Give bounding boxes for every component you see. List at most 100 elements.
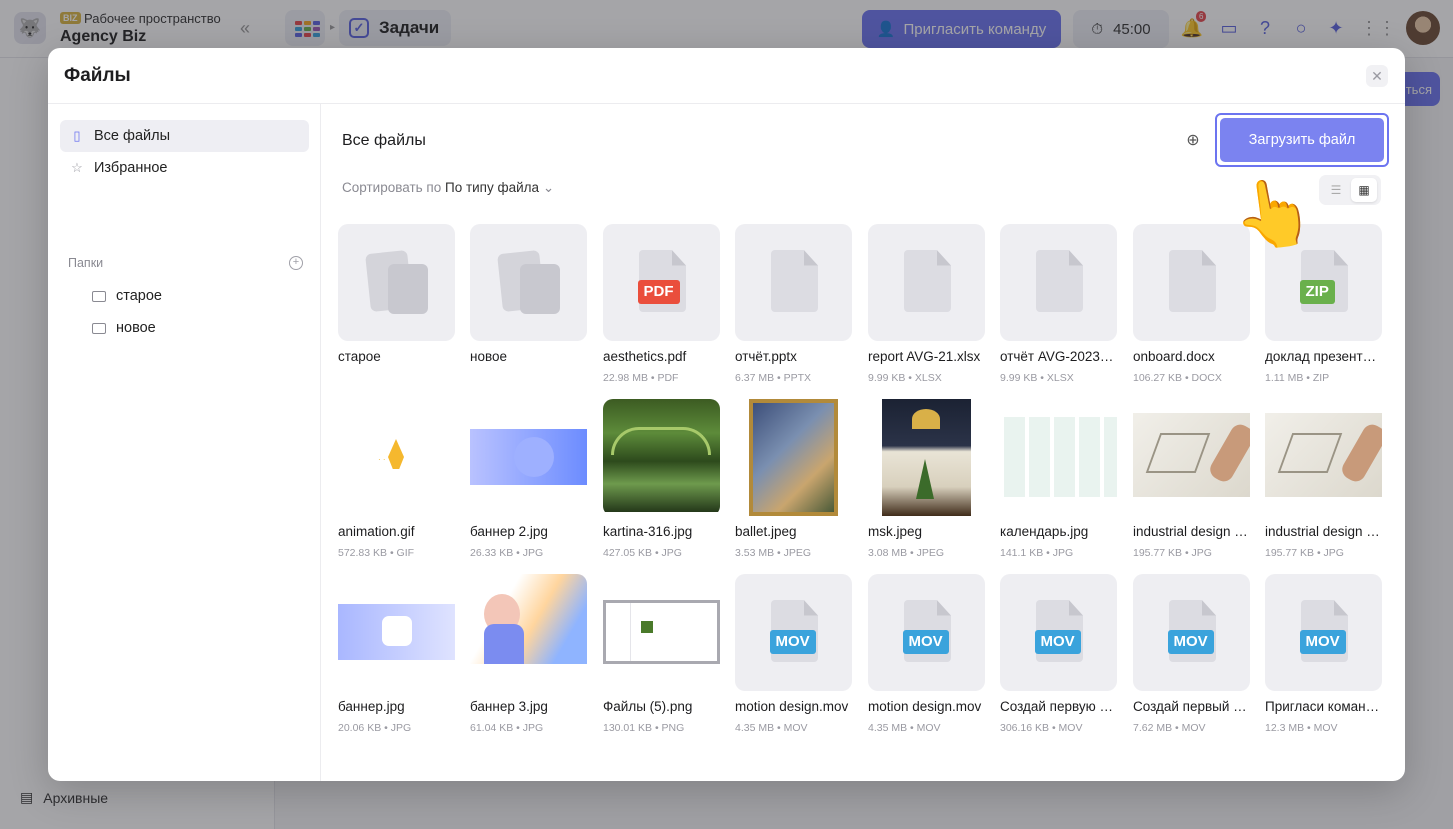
- image-thumbnail[interactable]: · ·: [338, 399, 455, 516]
- image-thumbnail[interactable]: [1265, 399, 1382, 516]
- file-meta: 3.08 MB • JPEG: [868, 547, 945, 559]
- grid-view-icon[interactable]: ▦: [1351, 178, 1377, 202]
- file-thumbnail[interactable]: [1000, 224, 1117, 341]
- file-tile[interactable]: report AVG-21.xlsx 9.99 KB • XLSX: [868, 224, 985, 384]
- file-tile[interactable]: kartina-316.jpg 427.05 KB • JPG: [603, 399, 720, 559]
- file-thumbnail[interactable]: [735, 224, 852, 341]
- file-name: Создай первый …: [1133, 699, 1247, 714]
- files-sidebar: ▯ Все файлы ☆ Избранное Папки + старое н…: [48, 104, 321, 781]
- file-meta: 7.62 MB • MOV: [1133, 722, 1206, 734]
- file-thumbnail[interactable]: MOV: [735, 574, 852, 691]
- file-name: kartina-316.jpg: [603, 524, 693, 539]
- file-thumbnail[interactable]: MOV: [868, 574, 985, 691]
- file-tile[interactable]: Файлы (5).png 130.01 KB • PNG: [603, 574, 720, 734]
- file-meta: 61.04 KB • JPG: [470, 722, 544, 734]
- image-thumbnail[interactable]: [1000, 399, 1117, 516]
- file-thumbnail[interactable]: [1133, 224, 1250, 341]
- file-tile[interactable]: баннер 2.jpg 26.33 KB • JPG: [470, 399, 587, 559]
- file-name: motion design.mov: [868, 699, 982, 714]
- file-name: industrial design …: [1265, 524, 1380, 539]
- file-tile[interactable]: баннер 3.jpg 61.04 KB • JPG: [470, 574, 587, 734]
- file-type-badge: MOV: [902, 630, 949, 654]
- file-name: onboard.docx: [1133, 349, 1215, 364]
- image-thumbnail[interactable]: [603, 399, 720, 516]
- file-tile[interactable]: industrial design … 195.77 KB • JPG: [1265, 399, 1382, 559]
- file-meta: 427.05 KB • JPG: [603, 547, 682, 559]
- image-thumbnail[interactable]: [603, 574, 720, 691]
- file-tile[interactable]: старое: [338, 224, 455, 364]
- file-name: Создай первую …: [1000, 699, 1114, 714]
- file-tile[interactable]: отчёт.pptx 6.37 MB • PPTX: [735, 224, 852, 384]
- sidebar-item-label: Избранное: [94, 160, 168, 176]
- file-icon: [771, 250, 818, 312]
- file-tile[interactable]: календарь.jpg 141.1 KB • JPG: [1000, 399, 1117, 559]
- file-meta: 9.99 KB • XLSX: [1000, 372, 1074, 384]
- file-thumbnail[interactable]: MOV: [1265, 574, 1382, 691]
- close-icon[interactable]: ✕: [1366, 65, 1388, 87]
- file-name: industrial design …: [1133, 524, 1248, 539]
- file-tile[interactable]: MOV Создай первый … 7.62 MB • MOV: [1133, 574, 1250, 734]
- add-circle-icon[interactable]: +: [289, 256, 303, 270]
- file-tile[interactable]: MOV Пригласи коман… 12.3 MB • MOV: [1265, 574, 1382, 734]
- main-title: Все файлы: [342, 132, 426, 149]
- file-tile[interactable]: industrial design … 195.77 KB • JPG: [1133, 399, 1250, 559]
- folders-header: Папки: [68, 256, 104, 270]
- file-name: доклад презент…: [1265, 349, 1377, 364]
- sidebar-folder-new[interactable]: новое: [92, 320, 156, 336]
- image-thumbnail[interactable]: [1133, 399, 1250, 516]
- file-tile[interactable]: MOV motion design.mov 4.35 MB • MOV: [735, 574, 852, 734]
- sidebar-item-favorites[interactable]: ☆ Избранное: [60, 152, 309, 184]
- chevron-down-icon: ⌄: [542, 180, 555, 195]
- image-thumbnail[interactable]: [338, 574, 455, 691]
- files-modal: Файлы ✕ ▯ Все файлы ☆ Избранное Папки + …: [48, 48, 1405, 781]
- file-icon: ▯: [73, 128, 81, 143]
- file-tile[interactable]: PDF aesthetics.pdf 22.98 MB • PDF: [603, 224, 720, 384]
- upload-file-button[interactable]: Загрузить файл: [1220, 118, 1384, 162]
- folder-thumbnail[interactable]: [338, 224, 455, 341]
- sidebar-item-label: Все файлы: [94, 128, 170, 144]
- file-tile[interactable]: · · animation.gif 572.83 KB • GIF: [338, 399, 455, 559]
- file-name: отчёт AVG-2023…: [1000, 349, 1114, 364]
- image-thumbnail[interactable]: [470, 399, 587, 516]
- file-meta: 141.1 KB • JPG: [1000, 547, 1074, 559]
- file-name: Файлы (5).png: [603, 699, 693, 714]
- file-tile[interactable]: MOV Создай первую … 306.16 KB • MOV: [1000, 574, 1117, 734]
- file-meta: 4.35 MB • MOV: [735, 722, 808, 734]
- file-meta: 195.77 KB • JPG: [1265, 547, 1344, 559]
- file-type-badge: MOV: [1034, 630, 1081, 654]
- file-tile[interactable]: onboard.docx 106.27 KB • DOCX: [1133, 224, 1250, 384]
- file-tile[interactable]: msk.jpeg 3.08 MB • JPEG: [868, 399, 985, 559]
- file-icon: [1169, 250, 1216, 312]
- modal-title: Файлы: [64, 65, 131, 86]
- sort-prefix: Сортировать по: [342, 180, 442, 195]
- file-tile[interactable]: отчёт AVG-2023… 9.99 KB • XLSX: [1000, 224, 1117, 384]
- file-tile[interactable]: ballet.jpeg 3.53 MB • JPEG: [735, 399, 852, 559]
- file-meta: 195.77 KB • JPG: [1133, 547, 1212, 559]
- sidebar-folder-old[interactable]: старое: [92, 288, 162, 304]
- folder-label: новое: [116, 320, 156, 336]
- view-toggle: ☰ ▦: [1319, 175, 1381, 205]
- file-meta: 1.11 MB • ZIP: [1265, 372, 1330, 384]
- pointing-hand-icon: 👆: [1227, 170, 1319, 256]
- file-meta: 106.27 KB • DOCX: [1133, 372, 1222, 384]
- file-type-badge: PDF: [637, 280, 680, 304]
- file-thumbnail[interactable]: PDF: [603, 224, 720, 341]
- file-thumbnail[interactable]: [868, 224, 985, 341]
- sort-control[interactable]: Сортировать по По типу файла ⌄: [342, 180, 554, 196]
- new-folder-icon[interactable]: ⊕: [1182, 130, 1204, 152]
- image-thumbnail[interactable]: [470, 574, 587, 691]
- file-icon: [1036, 250, 1083, 312]
- file-thumbnail[interactable]: MOV: [1000, 574, 1117, 691]
- file-thumbnail[interactable]: MOV: [1133, 574, 1250, 691]
- image-thumbnail[interactable]: [868, 399, 985, 516]
- file-name: отчёт.pptx: [735, 349, 797, 364]
- sidebar-item-all-files[interactable]: ▯ Все файлы: [60, 120, 309, 152]
- image-thumbnail[interactable]: [735, 399, 852, 516]
- file-tile[interactable]: баннер.jpg 20.06 KB • JPG: [338, 574, 455, 734]
- folder-label: старое: [116, 288, 162, 304]
- folder-thumbnail[interactable]: [470, 224, 587, 341]
- file-tile[interactable]: MOV motion design.mov 4.35 MB • MOV: [868, 574, 985, 734]
- sort-value: По типу файла: [445, 180, 540, 195]
- file-tile[interactable]: новое: [470, 224, 587, 364]
- list-view-icon[interactable]: ☰: [1323, 178, 1349, 202]
